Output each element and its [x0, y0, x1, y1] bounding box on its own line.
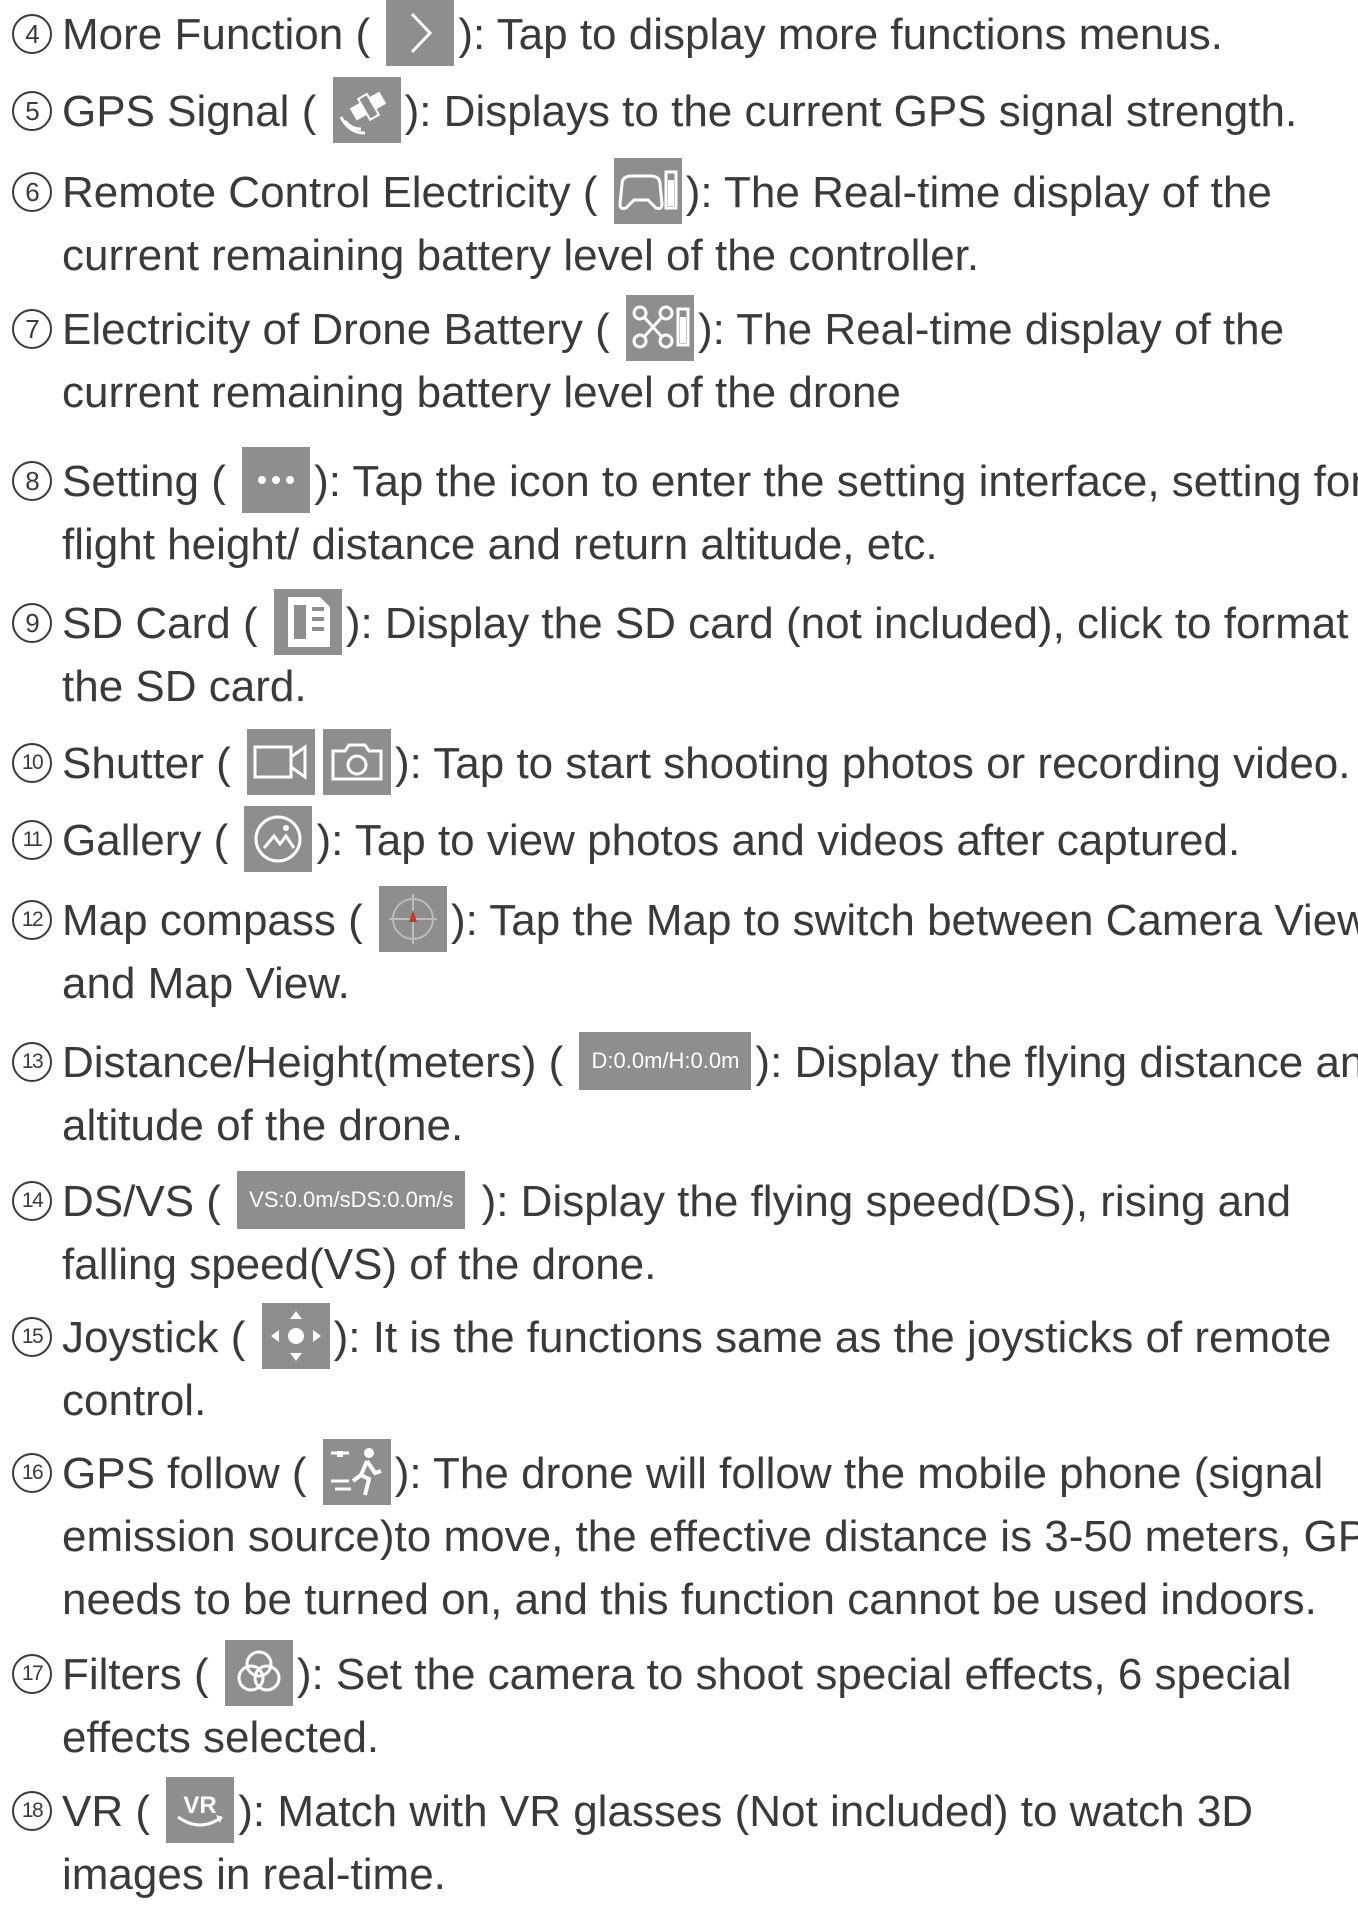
item-description-cont: current remaining battery level of the c… [62, 231, 980, 280]
entry-drone-battery: 7 Electricity of Drone Battery ( ): The R… [12, 295, 1342, 424]
item-label: Electricity of Drone Battery [62, 305, 583, 354]
item-label: Remote Control Electricity [62, 168, 571, 217]
item-label: Shutter [62, 739, 204, 788]
item-description: ): Display the SD card (not included), c… [345, 599, 1349, 648]
item-description: ): Displays to the current GPS signal st… [404, 87, 1298, 136]
item-number: 9 [12, 603, 52, 644]
chevron-right-icon [386, 0, 455, 67]
item-description: ): Display the flying speed(DS), rising … [481, 1177, 1292, 1226]
entry-shutter: 10 Shutter ( ): Tap to start shooting pho… [12, 729, 1351, 796]
item-number: 11 [12, 820, 52, 861]
item-description-cont: current remaining battery level of the d… [62, 368, 901, 417]
entry-map-compass: 12 Map compass ( ): Tap the Map to switch… [12, 886, 1358, 1015]
distance-height-readout: D:0.0m/H:0.0m [579, 1032, 752, 1091]
entry-vr: 18 VR ( VR ): Match with VR glasses (Not … [12, 1777, 1342, 1906]
item-label: GPS Signal [62, 87, 290, 136]
item-label: Map compass [62, 896, 336, 945]
item-number: 8 [12, 461, 52, 502]
item-label: Joystick [62, 1313, 219, 1362]
item-number: 14 [12, 1181, 52, 1222]
item-label: DS/VS [62, 1177, 195, 1226]
svg-text:VR: VR [184, 1792, 217, 1819]
item-number: 16 [12, 1453, 52, 1494]
item-number: 6 [12, 172, 52, 213]
entry-more-function: 4 More Function ( ): Tap to display more … [12, 0, 1342, 67]
item-description: ): Display the flying distance and [755, 1038, 1358, 1087]
item-number: 13 [12, 1042, 52, 1083]
gallery-icon [244, 806, 313, 873]
item-label: Setting [62, 457, 199, 506]
item-label: Distance/Height(meters) [62, 1038, 537, 1087]
item-label: GPS follow [62, 1449, 280, 1498]
entry-filters: 17 Filters ( ): Set the camera to shoot s… [12, 1640, 1342, 1769]
entry-ds-vs: 14 DS/VS ( VS:0.0m/sDS:0.0m/s ): Display … [12, 1170, 1342, 1296]
item-number: 15 [12, 1317, 52, 1358]
entry-gallery: 11 Gallery ( ): Tap to view photos and vi… [12, 806, 1342, 873]
item-label: VR [62, 1787, 124, 1836]
compass-icon [379, 886, 447, 953]
item-number: 10 [12, 743, 52, 784]
gamepad-battery-icon [613, 158, 682, 225]
gps-follow-icon [322, 1439, 391, 1506]
item-description-cont: the SD card. [62, 662, 307, 711]
item-description-cont: emission source)to move, the effective d… [62, 1512, 1358, 1561]
sd-card-icon [273, 589, 342, 656]
drone-battery-icon [625, 295, 694, 362]
entry-gps-follow: 16 GPS follow ( ): The drone will follow … [12, 1439, 1358, 1631]
item-description: ): Set the camera to shoot special effec… [296, 1650, 1292, 1699]
item-number: 5 [12, 91, 52, 132]
item-label: More Function [62, 10, 344, 59]
more-dots-icon [242, 447, 311, 514]
item-description: ): The Real-time display of the [697, 305, 1285, 354]
item-description: ): Tap to display more functions menus. [458, 10, 1224, 59]
photo-camera-icon [322, 729, 391, 796]
item-description-cont: effects selected. [62, 1713, 380, 1762]
item-number: 17 [12, 1654, 52, 1695]
item-description: ): It is the functions same as the joyst… [333, 1313, 1332, 1362]
item-description: ): The Real-time display of the [685, 168, 1272, 217]
vr-icon: VR [166, 1777, 235, 1844]
item-description-cont: altitude of the drone. [62, 1101, 464, 1150]
item-description-cont: control. [62, 1376, 207, 1425]
item-description-cont: flight height/ distance and return altit… [62, 520, 938, 569]
entry-distance-height: 13 Distance/Height(meters) ( D:0.0m/H:0.0… [12, 1031, 1358, 1157]
entry-joystick: 15 Joystick ( ): It is the functions same… [12, 1303, 1342, 1432]
item-label: Gallery [62, 816, 202, 865]
item-number: 7 [12, 309, 52, 350]
entry-setting: 8 Setting ( ): Tap the icon to enter the … [12, 447, 1358, 576]
item-description: ): Tap to start shooting photos or recor… [394, 739, 1351, 788]
item-description: ): Match with VR glasses (Not included) … [238, 1787, 1254, 1836]
item-label: SD Card [62, 599, 231, 648]
item-number: 12 [12, 900, 52, 941]
item-description: ): Tap the icon to enter the setting int… [314, 457, 1358, 506]
item-description: ): Tap the Map to switch between Camera … [451, 896, 1358, 945]
joystick-icon [261, 1303, 330, 1370]
satellite-icon [332, 77, 401, 144]
item-label: Filters [62, 1650, 182, 1699]
item-description-cont: images in real-time. [62, 1850, 446, 1899]
manual-page: 4 More Function ( ): Tap to display more … [0, 0, 1358, 1899]
filters-icon [224, 1640, 293, 1707]
item-number: 4 [12, 14, 52, 55]
video-camera-icon [246, 729, 315, 796]
item-description-cont: falling speed(VS) of the drone. [62, 1240, 657, 1289]
item-number: 18 [12, 1791, 52, 1832]
entry-sd-card: 9 SD Card ( ): Display the SD card (not i… [12, 589, 1348, 718]
item-description-cont: and Map View. [62, 959, 350, 1008]
item-description: ): The drone will follow the mobile phon… [394, 1449, 1324, 1498]
speed-readout: VS:0.0m/sDS:0.0m/s [237, 1171, 466, 1230]
entry-gps-signal: 5 GPS Signal ( ): Displays to the current… [12, 77, 1342, 144]
item-description-cont: needs to be turned on, and this function… [62, 1575, 1317, 1624]
item-description: ): Tap to view photos and videos after c… [316, 816, 1241, 865]
entry-remote-control-electricity: 6 Remote Control Electricity ( ): The Rea… [12, 158, 1342, 287]
